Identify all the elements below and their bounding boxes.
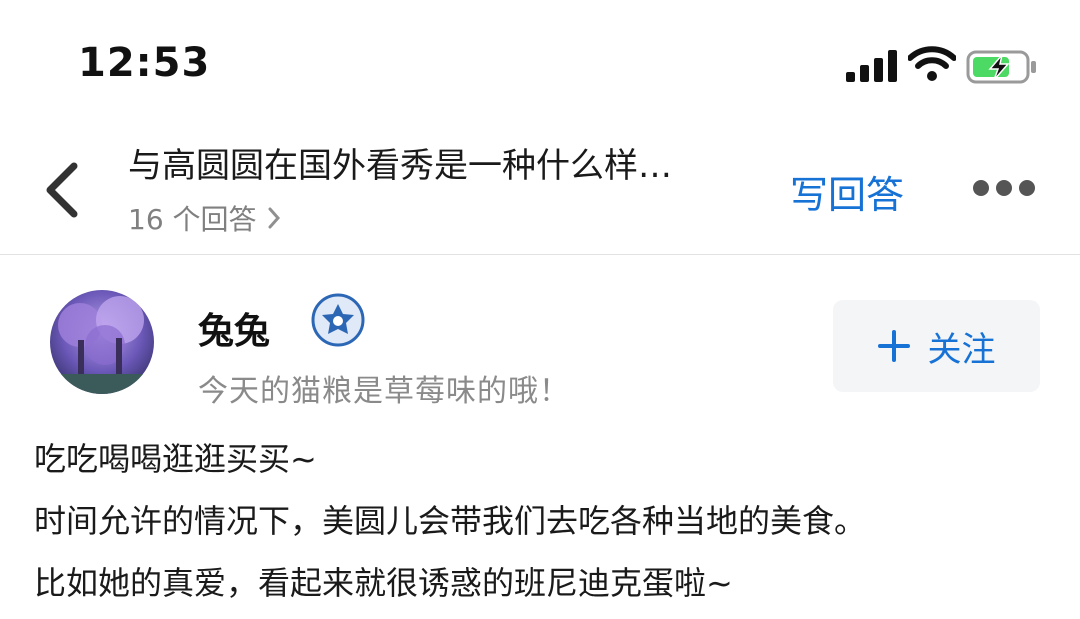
plus-icon [877,330,910,362]
answers-count-label: 16 个回答 [128,203,257,236]
answer-content: 吃吃喝喝逛逛买买~ 时间允许的情况下，美圆儿会带我们去吃各种当地的美食。 比如她… [34,428,1044,614]
answers-count-link[interactable]: 16 个回答 [128,198,281,238]
author-name[interactable]: 兔兔 [198,302,270,354]
avatar[interactable] [50,290,154,394]
write-answer-button[interactable]: 写回答 [790,164,904,219]
chevron-right-icon [268,207,280,229]
wifi-icon [908,46,956,81]
author-header: 兔兔 今天的猫粮是草莓味的哦！ 关注 [0,270,1080,410]
signal-icon [846,50,897,82]
status-time: 12:53 [78,40,211,86]
back-arrow-icon[interactable] [40,160,90,220]
follow-label: 关注 [927,330,996,369]
battery-charging-icon [966,50,1036,84]
more-icon[interactable] [970,176,1038,200]
author-bio: 今天的猫粮是草莓味的哦！ [198,374,570,409]
follow-button[interactable]: 关注 [833,300,1040,392]
status-bar: 12:53 [0,0,1080,120]
question-title[interactable]: 与高圆圆在国外看秀是一种什么样… [128,138,778,187]
answer-paragraph: 比如她的真爱，看起来就很诱惑的班尼迪克蛋啦~ [34,564,733,602]
answer-paragraph: 吃吃喝喝逛逛买买~ [34,440,317,478]
answer-paragraph: 时间允许的情况下，美圆儿会带我们去吃各种当地的美食。 [34,502,867,540]
verified-badge-icon [311,293,365,347]
question-nav-bar: 与高圆圆在国外看秀是一种什么样… 16 个回答 写回答 [0,120,1080,255]
